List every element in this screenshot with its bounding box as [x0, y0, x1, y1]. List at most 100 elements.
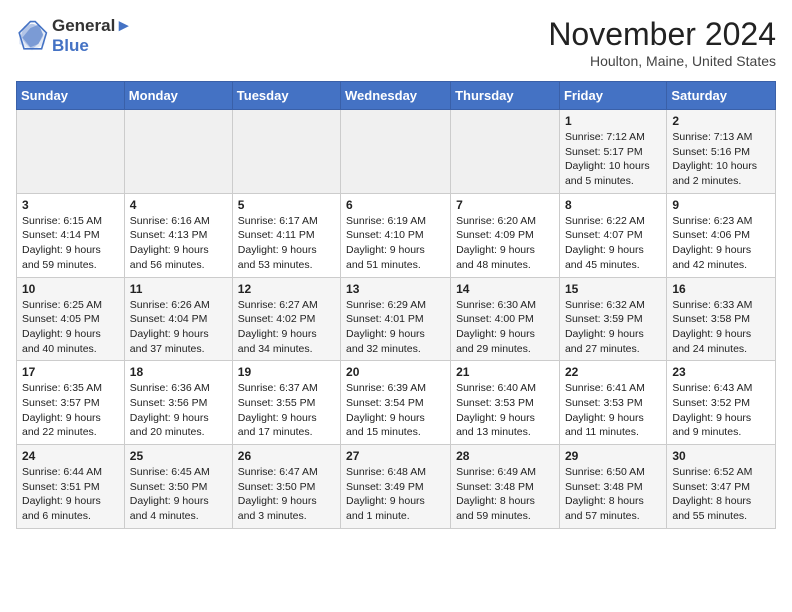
calendar-day-cell: 23 Sunrise: 6:43 AM Sunset: 3:52 PM Dayli… [667, 361, 776, 445]
day-number: 13 [346, 282, 445, 296]
calendar-day-cell: 26 Sunrise: 6:47 AM Sunset: 3:50 PM Dayli… [232, 445, 340, 529]
calendar-day-cell: 22 Sunrise: 6:41 AM Sunset: 3:53 PM Dayli… [559, 361, 666, 445]
calendar-week-row: 3 Sunrise: 6:15 AM Sunset: 4:14 PM Daylig… [17, 193, 776, 277]
calendar-body: 1Sunrise: 7:12 AM Sunset: 5:17 PM Daylig… [17, 110, 776, 529]
calendar-header-row: SundayMondayTuesdayWednesdayThursdayFrid… [17, 82, 776, 110]
day-info: Sunrise: 6:19 AM Sunset: 4:10 PM Dayligh… [346, 214, 445, 273]
calendar-day-cell: 6 Sunrise: 6:19 AM Sunset: 4:10 PM Daylig… [341, 193, 451, 277]
calendar-day-cell: 2Sunrise: 7:13 AM Sunset: 5:16 PM Daylig… [667, 110, 776, 194]
day-info: Sunrise: 6:47 AM Sunset: 3:50 PM Dayligh… [238, 465, 335, 524]
day-number: 7 [456, 198, 554, 212]
day-info: Sunrise: 7:13 AM Sunset: 5:16 PM Dayligh… [672, 130, 770, 189]
day-number: 26 [238, 449, 335, 463]
logo-icon [16, 20, 48, 52]
day-info: Sunrise: 6:32 AM Sunset: 3:59 PM Dayligh… [565, 298, 661, 357]
day-info: Sunrise: 6:52 AM Sunset: 3:47 PM Dayligh… [672, 465, 770, 524]
calendar-day-cell: 12 Sunrise: 6:27 AM Sunset: 4:02 PM Dayli… [232, 277, 340, 361]
calendar-day-cell: 21 Sunrise: 6:40 AM Sunset: 3:53 PM Dayli… [451, 361, 560, 445]
day-info: Sunrise: 6:15 AM Sunset: 4:14 PM Dayligh… [22, 214, 119, 273]
calendar-day-cell: 7 Sunrise: 6:20 AM Sunset: 4:09 PM Daylig… [451, 193, 560, 277]
calendar-day-cell: 5Sunrise: 6:17 AM Sunset: 4:11 PM Daylig… [232, 193, 340, 277]
calendar-day-header: Monday [124, 82, 232, 110]
day-number: 1 [565, 114, 661, 128]
calendar-day-cell [341, 110, 451, 194]
day-number: 9 [672, 198, 770, 212]
calendar-week-row: 17 Sunrise: 6:35 AM Sunset: 3:57 PM Dayli… [17, 361, 776, 445]
day-info: Sunrise: 6:29 AM Sunset: 4:01 PM Dayligh… [346, 298, 445, 357]
month-year-title: November 2024 [548, 16, 776, 53]
day-info: Sunrise: 6:23 AM Sunset: 4:06 PM Dayligh… [672, 214, 770, 273]
day-number: 15 [565, 282, 661, 296]
calendar-day-cell: 16 Sunrise: 6:33 AM Sunset: 3:58 PM Dayli… [667, 277, 776, 361]
day-info: Sunrise: 6:50 AM Sunset: 3:48 PM Dayligh… [565, 465, 661, 524]
day-info: Sunrise: 6:17 AM Sunset: 4:11 PM Dayligh… [238, 214, 335, 273]
day-number: 23 [672, 365, 770, 379]
day-info: Sunrise: 6:40 AM Sunset: 3:53 PM Dayligh… [456, 381, 554, 440]
day-number: 16 [672, 282, 770, 296]
calendar-day-cell: 1Sunrise: 7:12 AM Sunset: 5:17 PM Daylig… [559, 110, 666, 194]
calendar-day-cell: 14 Sunrise: 6:30 AM Sunset: 4:00 PM Dayli… [451, 277, 560, 361]
location-subtitle: Houlton, Maine, United States [548, 53, 776, 69]
calendar-day-cell: 29 Sunrise: 6:50 AM Sunset: 3:48 PM Dayli… [559, 445, 666, 529]
day-info: Sunrise: 6:27 AM Sunset: 4:02 PM Dayligh… [238, 298, 335, 357]
calendar-week-row: 10Sunrise: 6:25 AM Sunset: 4:05 PM Dayli… [17, 277, 776, 361]
day-info: Sunrise: 6:20 AM Sunset: 4:09 PM Dayligh… [456, 214, 554, 273]
calendar-day-cell: 11 Sunrise: 6:26 AM Sunset: 4:04 PM Dayli… [124, 277, 232, 361]
calendar-table: SundayMondayTuesdayWednesdayThursdayFrid… [16, 81, 776, 529]
day-number: 29 [565, 449, 661, 463]
day-number: 17 [22, 365, 119, 379]
logo: General► Blue [16, 16, 132, 56]
calendar-day-header: Wednesday [341, 82, 451, 110]
calendar-day-cell: 27 Sunrise: 6:48 AM Sunset: 3:49 PM Dayli… [341, 445, 451, 529]
day-info: Sunrise: 6:39 AM Sunset: 3:54 PM Dayligh… [346, 381, 445, 440]
day-info: Sunrise: 6:33 AM Sunset: 3:58 PM Dayligh… [672, 298, 770, 357]
day-info: Sunrise: 6:22 AM Sunset: 4:07 PM Dayligh… [565, 214, 661, 273]
calendar-day-cell: 28 Sunrise: 6:49 AM Sunset: 3:48 PM Dayli… [451, 445, 560, 529]
day-info: Sunrise: 6:41 AM Sunset: 3:53 PM Dayligh… [565, 381, 661, 440]
calendar-day-header: Friday [559, 82, 666, 110]
header: General► Blue November 2024 Houlton, Mai… [16, 16, 776, 69]
calendar-day-cell: 25 Sunrise: 6:45 AM Sunset: 3:50 PM Dayli… [124, 445, 232, 529]
day-info: Sunrise: 6:48 AM Sunset: 3:49 PM Dayligh… [346, 465, 445, 524]
day-number: 27 [346, 449, 445, 463]
day-number: 11 [130, 282, 227, 296]
day-info: Sunrise: 6:37 AM Sunset: 3:55 PM Dayligh… [238, 381, 335, 440]
calendar-day-cell: 15 Sunrise: 6:32 AM Sunset: 3:59 PM Dayli… [559, 277, 666, 361]
calendar-day-cell: 24 Sunrise: 6:44 AM Sunset: 3:51 PM Dayli… [17, 445, 125, 529]
day-info: Sunrise: 6:25 AM Sunset: 4:05 PM Dayligh… [22, 298, 119, 357]
day-info: Sunrise: 6:35 AM Sunset: 3:57 PM Dayligh… [22, 381, 119, 440]
day-number: 20 [346, 365, 445, 379]
day-info: Sunrise: 6:26 AM Sunset: 4:04 PM Dayligh… [130, 298, 227, 357]
day-number: 24 [22, 449, 119, 463]
day-number: 8 [565, 198, 661, 212]
day-number: 3 [22, 198, 119, 212]
day-number: 25 [130, 449, 227, 463]
calendar-day-cell [232, 110, 340, 194]
title-area: November 2024 Houlton, Maine, United Sta… [548, 16, 776, 69]
day-info: Sunrise: 6:16 AM Sunset: 4:13 PM Dayligh… [130, 214, 227, 273]
calendar-day-cell: 13 Sunrise: 6:29 AM Sunset: 4:01 PM Dayli… [341, 277, 451, 361]
calendar-week-row: 24 Sunrise: 6:44 AM Sunset: 3:51 PM Dayli… [17, 445, 776, 529]
day-number: 28 [456, 449, 554, 463]
calendar-day-cell [124, 110, 232, 194]
day-number: 21 [456, 365, 554, 379]
day-number: 19 [238, 365, 335, 379]
day-info: Sunrise: 6:49 AM Sunset: 3:48 PM Dayligh… [456, 465, 554, 524]
day-info: Sunrise: 6:30 AM Sunset: 4:00 PM Dayligh… [456, 298, 554, 357]
day-info: Sunrise: 6:45 AM Sunset: 3:50 PM Dayligh… [130, 465, 227, 524]
day-number: 14 [456, 282, 554, 296]
calendar-day-cell [17, 110, 125, 194]
day-number: 22 [565, 365, 661, 379]
day-number: 4 [130, 198, 227, 212]
day-number: 6 [346, 198, 445, 212]
calendar-day-cell: 9 Sunrise: 6:23 AM Sunset: 4:06 PM Daylig… [667, 193, 776, 277]
calendar-day-cell [451, 110, 560, 194]
calendar-day-cell: 10Sunrise: 6:25 AM Sunset: 4:05 PM Dayli… [17, 277, 125, 361]
calendar-day-cell: 19 Sunrise: 6:37 AM Sunset: 3:55 PM Dayli… [232, 361, 340, 445]
day-number: 12 [238, 282, 335, 296]
day-number: 30 [672, 449, 770, 463]
day-info: Sunrise: 6:43 AM Sunset: 3:52 PM Dayligh… [672, 381, 770, 440]
day-info: Sunrise: 6:44 AM Sunset: 3:51 PM Dayligh… [22, 465, 119, 524]
calendar-day-header: Tuesday [232, 82, 340, 110]
calendar-day-cell: 3 Sunrise: 6:15 AM Sunset: 4:14 PM Daylig… [17, 193, 125, 277]
